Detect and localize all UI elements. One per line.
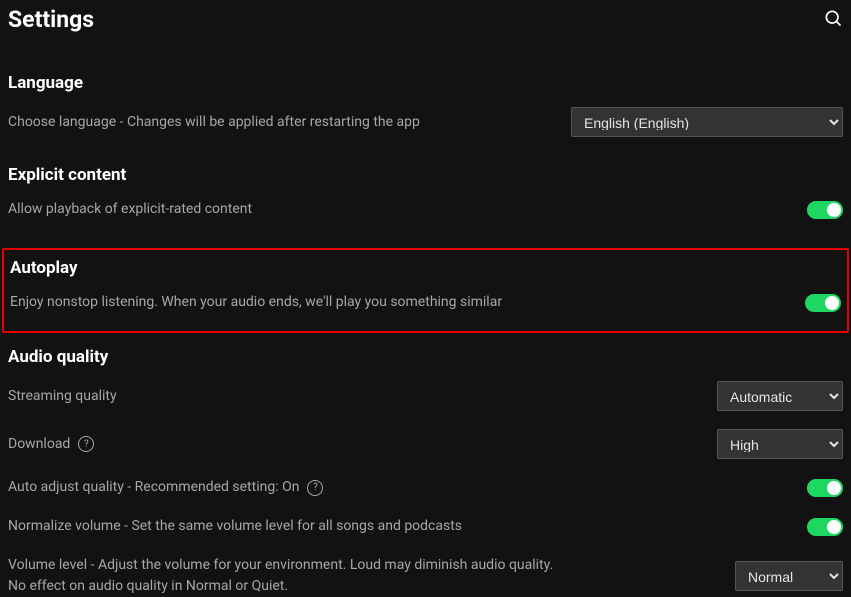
streaming-row: Streaming quality Automatic: [8, 381, 843, 411]
explicit-toggle[interactable]: [807, 201, 843, 219]
autoplay-row: Enjoy nonstop listening. When your audio…: [10, 292, 841, 313]
search-icon[interactable]: [823, 8, 843, 32]
audio-section: Audio quality Streaming quality Automati…: [8, 347, 843, 597]
download-select[interactable]: High: [717, 429, 843, 459]
explicit-desc: Allow playback of explicit-rated content: [8, 199, 252, 220]
autoplay-desc: Enjoy nonstop listening. When your audio…: [10, 292, 502, 313]
language-heading: Language: [8, 73, 843, 93]
help-icon[interactable]: ?: [78, 436, 94, 452]
volume-level-row: Volume level - Adjust the volume for you…: [8, 555, 843, 597]
download-label-wrap: Download ?: [8, 434, 94, 455]
language-section: Language Choose language - Changes will …: [8, 73, 843, 137]
streaming-select[interactable]: Automatic: [717, 381, 843, 411]
explicit-row: Allow playback of explicit-rated content: [8, 199, 843, 220]
language-select[interactable]: English (English): [571, 107, 843, 137]
auto-adjust-label: Auto adjust quality - Recommended settin…: [8, 477, 299, 498]
audio-heading: Audio quality: [8, 347, 843, 367]
autoplay-heading: Autoplay: [10, 258, 841, 278]
autoplay-section: Autoplay Enjoy nonstop listening. When y…: [2, 248, 849, 333]
language-row: Choose language - Changes will be applie…: [8, 107, 843, 137]
auto-adjust-toggle[interactable]: [807, 479, 843, 497]
volume-level-select[interactable]: Normal: [735, 561, 843, 591]
streaming-label: Streaming quality: [8, 386, 117, 407]
page-title: Settings: [8, 6, 94, 33]
header: Settings: [8, 6, 843, 33]
normalize-row: Normalize volume - Set the same volume l…: [8, 516, 843, 537]
volume-level-label: Volume level - Adjust the volume for you…: [8, 555, 568, 597]
auto-adjust-row: Auto adjust quality - Recommended settin…: [8, 477, 843, 498]
download-row: Download ? High: [8, 429, 843, 459]
autoplay-toggle[interactable]: [805, 294, 841, 312]
explicit-section: Explicit content Allow playback of expli…: [8, 165, 843, 220]
explicit-heading: Explicit content: [8, 165, 843, 185]
help-icon[interactable]: ?: [307, 480, 323, 496]
download-label: Download: [8, 434, 70, 455]
normalize-toggle[interactable]: [807, 518, 843, 536]
normalize-label: Normalize volume - Set the same volume l…: [8, 516, 462, 537]
language-desc: Choose language - Changes will be applie…: [8, 112, 420, 133]
auto-adjust-label-wrap: Auto adjust quality - Recommended settin…: [8, 477, 323, 498]
